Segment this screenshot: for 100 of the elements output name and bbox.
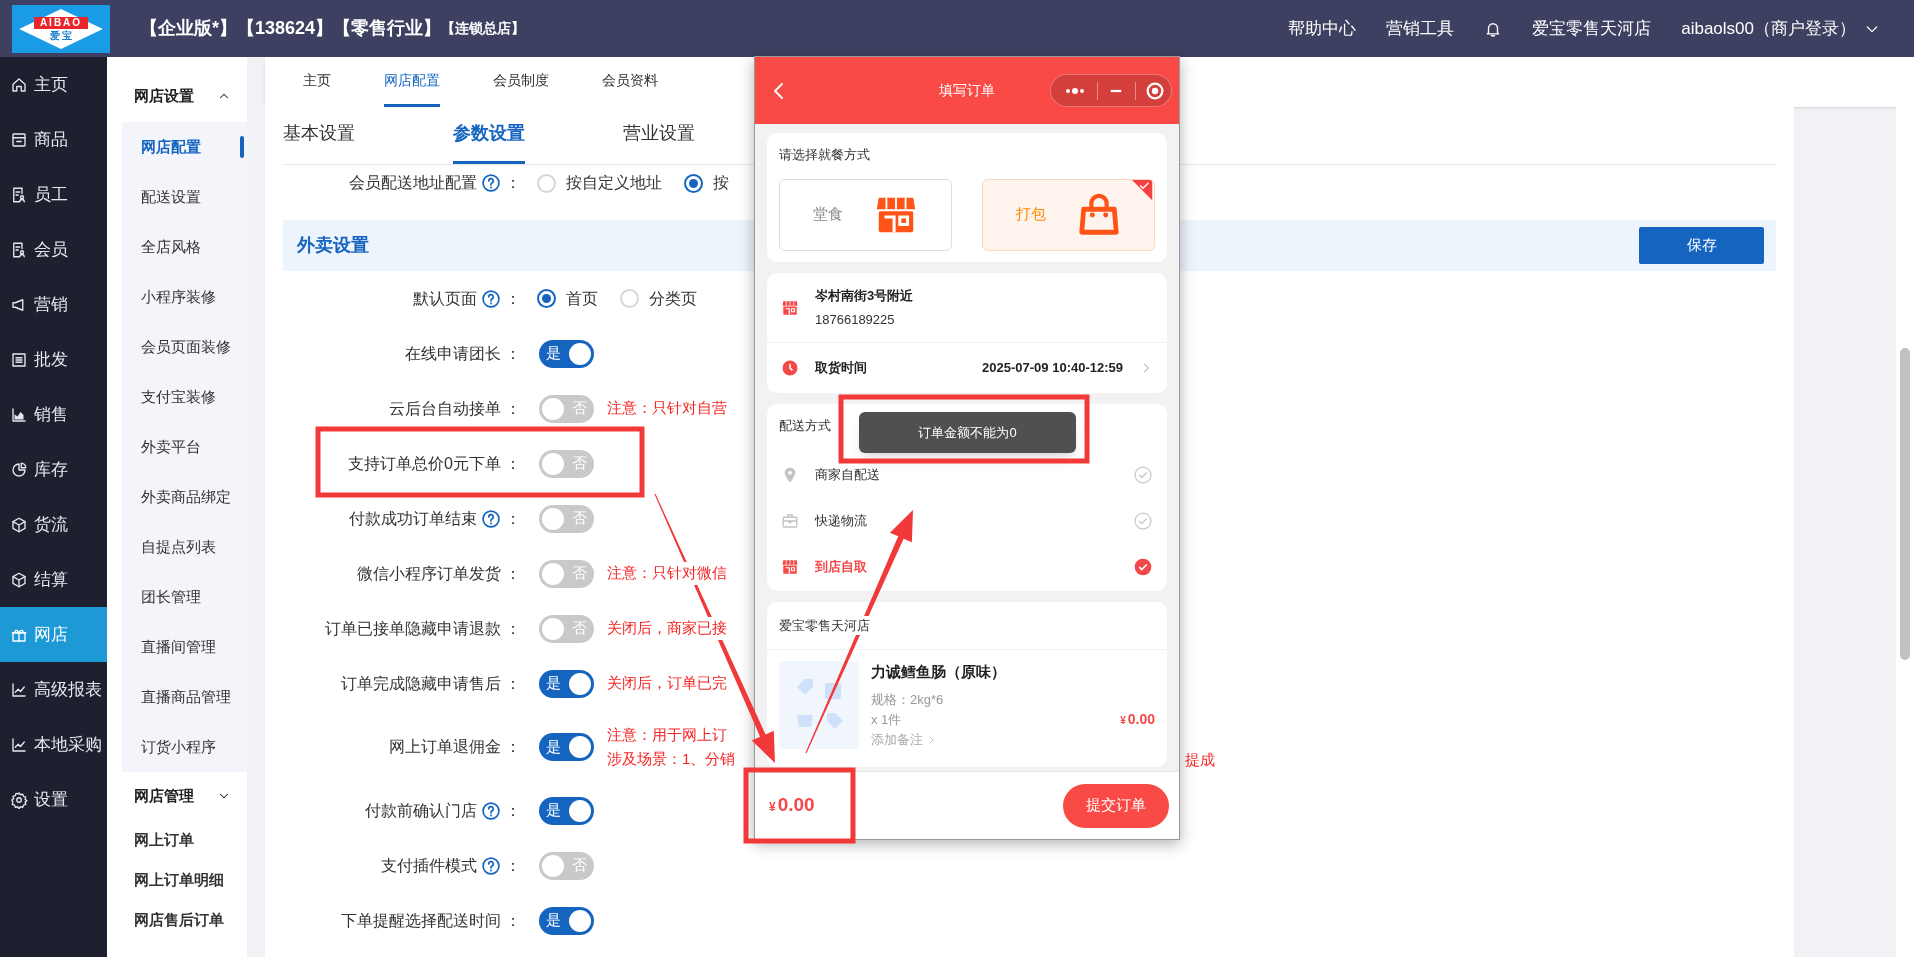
menu-item[interactable]: 外卖商品绑定 bbox=[122, 472, 247, 522]
sidebar-item[interactable]: 销售 bbox=[0, 387, 107, 442]
tab[interactable]: 会员资料 bbox=[602, 57, 658, 107]
help-icon[interactable] bbox=[481, 508, 501, 529]
menu-group-header[interactable]: 网店管理 bbox=[107, 772, 247, 820]
field-label: 在线申请团长 bbox=[405, 343, 501, 364]
toggle-switch[interactable]: 是 bbox=[539, 796, 594, 825]
cube-icon bbox=[10, 515, 28, 534]
delivery-option[interactable]: 快递物流 bbox=[779, 498, 1155, 544]
sidebar-item[interactable]: 结算 bbox=[0, 552, 107, 607]
sidebar-item[interactable]: 主页 bbox=[0, 57, 107, 112]
edition-title: 【企业版*】【138624】【零售行业】 bbox=[140, 17, 442, 40]
radio[interactable] bbox=[537, 289, 556, 308]
line-chart-icon bbox=[10, 680, 28, 699]
menu-item[interactable]: 直播商品管理 bbox=[122, 672, 247, 722]
briefcase-icon bbox=[781, 512, 799, 530]
option-label: 快递物流 bbox=[815, 512, 867, 531]
field-colon: ： bbox=[505, 800, 521, 821]
capsule-menu[interactable] bbox=[1050, 74, 1172, 107]
field-label: 会员配送地址配置 bbox=[349, 173, 477, 193]
pickup-label: 取货时间 bbox=[815, 359, 867, 378]
dining-option[interactable]: 堂食 bbox=[779, 178, 952, 251]
field-colon: ： bbox=[505, 398, 521, 419]
option-label: 堂食 bbox=[812, 204, 843, 225]
toggle-switch[interactable]: 是 bbox=[539, 906, 594, 935]
store-icon bbox=[781, 558, 799, 576]
sidebar-item[interactable]: 库存 bbox=[0, 442, 107, 497]
sidebar-item[interactable]: 货流 bbox=[0, 497, 107, 552]
edition-tag: 【连锁总店】 bbox=[441, 18, 526, 39]
header-link[interactable]: 营销工具 bbox=[1386, 15, 1455, 42]
product-quantity: x 1件 bbox=[871, 710, 902, 729]
pickup-time-row[interactable]: 取货时间 2025-07-09 10:40-12:59 bbox=[767, 343, 1167, 393]
tab[interactable]: 参数设置 bbox=[453, 106, 525, 164]
menu-item[interactable]: 外卖平台 bbox=[122, 422, 247, 472]
field-label: 支付插件模式 bbox=[381, 855, 477, 876]
help-icon[interactable] bbox=[481, 173, 501, 193]
cube-icon bbox=[10, 570, 28, 589]
sidebar-item[interactable]: 设置 bbox=[0, 772, 107, 827]
sidebar-item[interactable]: 商品 bbox=[0, 112, 107, 167]
card-title: 请选择就餐方式 bbox=[779, 146, 871, 164]
sidebar-item[interactable]: 会员 bbox=[0, 222, 107, 277]
delivery-option[interactable]: 商家自配送 bbox=[779, 452, 1155, 498]
radio[interactable] bbox=[684, 173, 703, 193]
option-label: 打包 bbox=[1015, 204, 1046, 225]
radio-option[interactable]: 按自定义地址 bbox=[537, 171, 662, 195]
menu-group-header[interactable]: 网店设置 bbox=[107, 70, 247, 122]
line-chart-icon bbox=[10, 735, 28, 754]
toggle-switch[interactable]: 是 bbox=[539, 733, 594, 761]
option-label: 商家自配送 bbox=[815, 466, 880, 485]
field-colon: ： bbox=[505, 288, 521, 309]
help-icon[interactable] bbox=[481, 855, 501, 876]
toggle-switch[interactable]: 是 bbox=[539, 669, 594, 698]
field-colon: ： bbox=[505, 673, 521, 694]
store-icon bbox=[781, 298, 799, 317]
field-colon: ： bbox=[505, 343, 521, 364]
help-icon[interactable] bbox=[481, 800, 501, 821]
menu-item[interactable]: 自提点列表 bbox=[122, 522, 247, 572]
menu-item[interactable]: 支付宝装修 bbox=[122, 372, 247, 422]
store-name[interactable]: 爱宝零售天河店 bbox=[1532, 15, 1652, 42]
menu-item[interactable]: 会员页面装修 bbox=[122, 322, 247, 372]
field-colon: ： bbox=[505, 855, 521, 876]
tab[interactable]: 基本设置 bbox=[283, 106, 355, 164]
toggle-switch[interactable]: 是 bbox=[539, 339, 594, 368]
field-colon: ： bbox=[505, 563, 521, 584]
delivery-option[interactable]: 到店自取 bbox=[779, 544, 1155, 590]
radio-option[interactable]: 分类页 bbox=[620, 286, 697, 311]
tab[interactable]: 主页 bbox=[303, 57, 331, 107]
address-text: 岑村南街3号附近 bbox=[815, 287, 914, 305]
radio-option[interactable]: 按 bbox=[684, 171, 729, 195]
document-person-icon bbox=[10, 240, 28, 259]
field-colon: ： bbox=[505, 453, 521, 474]
tab[interactable]: 会员制度 bbox=[493, 57, 549, 107]
save-button[interactable]: 保存 bbox=[1639, 227, 1764, 264]
menu-item[interactable]: 直播间管理 bbox=[122, 622, 247, 672]
menu-item[interactable]: 团长管理 bbox=[122, 572, 247, 622]
sidebar-item[interactable]: 批发 bbox=[0, 332, 107, 387]
account-name[interactable]: aibaols00（商户登录） bbox=[1681, 15, 1856, 42]
menu-item[interactable]: 小程序装修 bbox=[122, 272, 247, 322]
sidebar-item[interactable]: 营销 bbox=[0, 277, 107, 332]
menu-item[interactable]: 网上订单 bbox=[107, 820, 247, 860]
field-label: 网上订单退佣金 bbox=[389, 737, 501, 757]
sidebar-item[interactable]: 高级报表 bbox=[0, 662, 107, 717]
menu-item[interactable]: 配送设置 bbox=[122, 172, 247, 222]
radio-option[interactable]: 首页 bbox=[537, 286, 598, 311]
menu-item[interactable]: 网店售后订单 bbox=[107, 900, 247, 940]
help-icon[interactable] bbox=[481, 288, 501, 309]
scrollbar-thumb[interactable] bbox=[1900, 348, 1910, 660]
sidebar-item[interactable]: 员工 bbox=[0, 167, 107, 222]
active-indicator bbox=[240, 136, 244, 158]
field-label: 订单已接单隐藏申请退款 bbox=[325, 618, 501, 639]
field-label: 云后台自动接单 bbox=[389, 398, 501, 419]
header-link[interactable]: 帮助中心 bbox=[1288, 15, 1357, 42]
sidebar-item[interactable]: 本地采购 bbox=[0, 717, 107, 772]
menu-item[interactable]: 订货小程序 bbox=[122, 722, 247, 772]
menu-item[interactable]: 网上订单明细 bbox=[107, 860, 247, 900]
card-title: 配送方式 bbox=[779, 417, 831, 435]
tab[interactable]: 营业设置 bbox=[623, 106, 695, 164]
pickup-time: 2025-07-09 10:40-12:59 bbox=[982, 359, 1123, 378]
menu-item[interactable]: 全店风格 bbox=[122, 222, 247, 272]
menu-item[interactable]: 网店配置 bbox=[122, 122, 247, 172]
